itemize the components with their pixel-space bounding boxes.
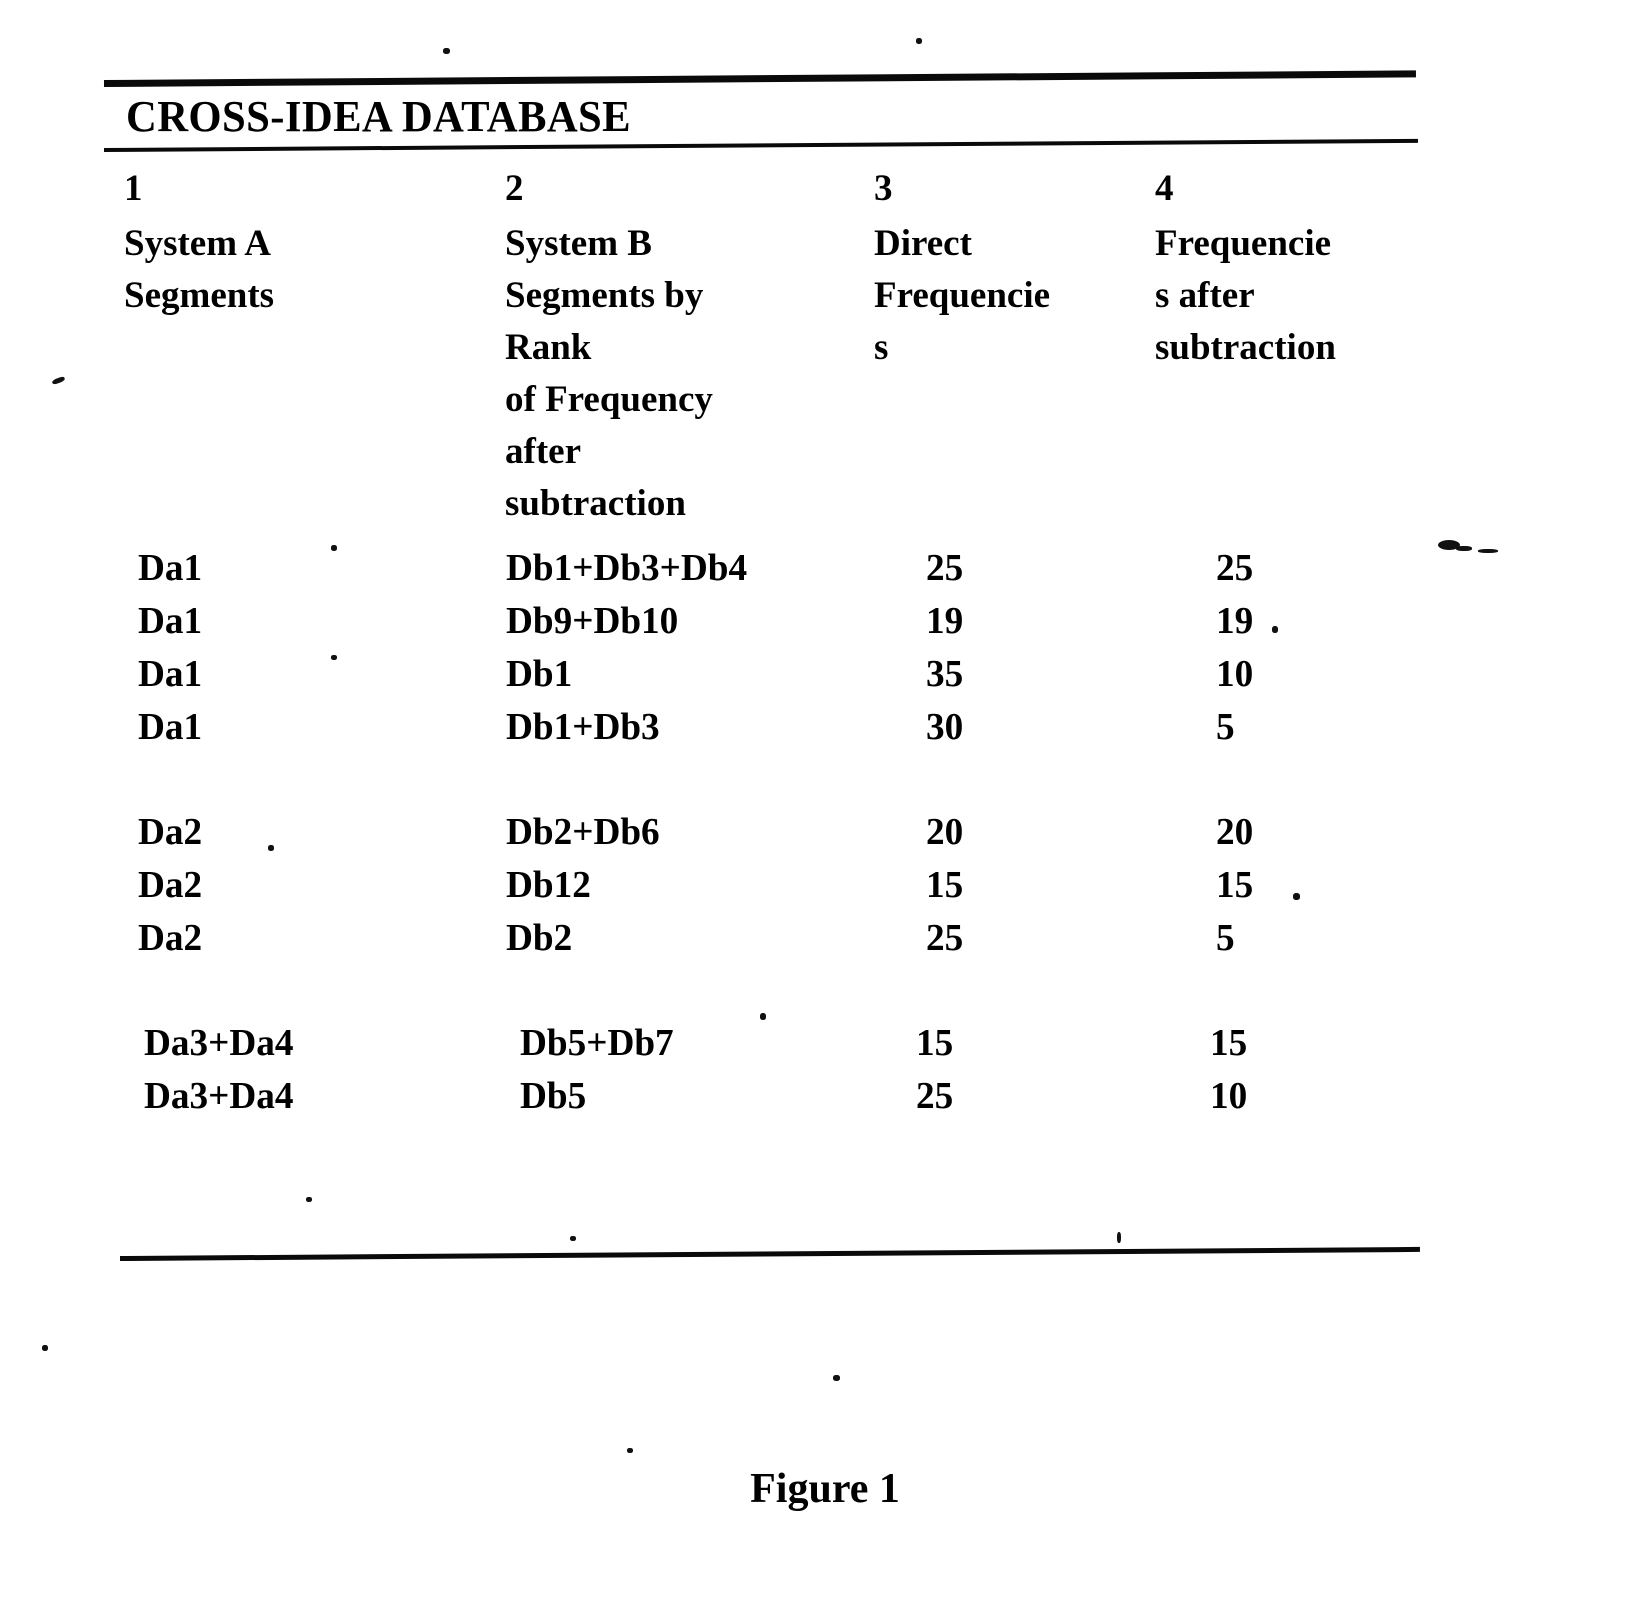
table-title: CROSS-IDEA DATABASE — [126, 92, 632, 141]
column-header-3: 3 Direct Frequencie s — [874, 160, 1134, 374]
column-header-4: 4 Frequencie s after subtraction — [1155, 160, 1455, 374]
cell-direct-frequency: 20 — [926, 811, 964, 853]
column-header-line: of Frequency — [505, 379, 713, 420]
cell-direct-frequency: 19 — [926, 600, 964, 642]
cell-system-b: Db1 — [506, 653, 573, 695]
cell-frequency-after-subtraction: 5 — [1216, 917, 1235, 959]
scan-speck — [42, 1345, 48, 1351]
scan-speck — [916, 38, 922, 44]
cell-frequency-after-subtraction: 25 — [1216, 547, 1254, 589]
figure-page: CROSS-IDEA DATABASE 1 System A Segments … — [0, 0, 1650, 1612]
scan-speck — [627, 1448, 633, 1453]
scan-speck — [1117, 1232, 1121, 1243]
column-header-line: subtraction — [505, 483, 686, 524]
table-row: Da1 Db1+Db3 30 5 — [0, 701, 1650, 754]
cell-system-a: Da3+Da4 — [144, 1022, 294, 1064]
column-header-2: 2 System B Segments by Rank of Frequency… — [505, 160, 865, 530]
cell-system-a: Da1 — [138, 547, 203, 589]
scan-speck — [570, 1236, 576, 1241]
cell-direct-frequency: 35 — [926, 653, 964, 695]
column-header-line: after — [505, 431, 581, 472]
cell-system-b: Db2 — [506, 917, 573, 959]
cell-direct-frequency: 25 — [926, 917, 964, 959]
cell-system-a: Da2 — [138, 917, 203, 959]
column-header-line: subtraction — [1155, 327, 1336, 368]
cell-system-a: Da1 — [138, 706, 203, 748]
column-header-line: Frequencie — [874, 275, 1051, 316]
cell-direct-frequency: 15 — [926, 864, 964, 906]
column-header-line: System A — [124, 223, 271, 264]
cell-system-b: Db5 — [520, 1075, 587, 1117]
table-bottom-rule — [119, 1246, 1420, 1261]
column-number: 2 — [505, 168, 524, 209]
table-top-rule — [103, 70, 1416, 87]
column-header-1: 1 System A Segments — [124, 160, 484, 322]
column-header-line: Direct — [874, 223, 972, 264]
cell-frequency-after-subtraction: 10 — [1216, 653, 1254, 695]
table-row: Da2 Db2 25 5 — [0, 912, 1650, 965]
cell-system-b: Db5+Db7 — [520, 1022, 674, 1064]
cell-system-a: Da2 — [138, 811, 203, 853]
column-header-line: Rank — [505, 327, 592, 368]
cell-system-b: Db9+Db10 — [506, 600, 679, 642]
table-row: Da2 Db2+Db6 20 20 — [0, 806, 1650, 859]
table-row: Da3+Da4 Db5 25 10 — [0, 1070, 1650, 1123]
cell-system-b: Db2+Db6 — [506, 811, 660, 853]
cell-direct-frequency: 15 — [916, 1022, 954, 1064]
table-row: Da1 Db1+Db3+Db4 25 25 — [0, 542, 1650, 595]
table-row: Da1 Db9+Db10 19 19 — [0, 595, 1650, 648]
cell-direct-frequency: 30 — [926, 706, 964, 748]
cell-frequency-after-subtraction: 5 — [1216, 706, 1235, 748]
cell-frequency-after-subtraction: 10 — [1210, 1075, 1248, 1117]
column-header-line: s — [874, 327, 889, 368]
cell-system-a: Da3+Da4 — [144, 1075, 294, 1117]
table-row: Da3+Da4 Db5+Db7 15 15 — [0, 1017, 1650, 1070]
scan-speck — [833, 1375, 840, 1381]
column-number: 4 — [1155, 168, 1174, 209]
cell-system-a: Da1 — [138, 653, 203, 695]
cell-frequency-after-subtraction: 15 — [1210, 1022, 1248, 1064]
cell-frequency-after-subtraction: 19 — [1216, 600, 1254, 642]
figure-caption: Figure 1 — [750, 1466, 900, 1512]
cell-frequency-after-subtraction: 15 — [1216, 864, 1254, 906]
cell-system-b: Db1+Db3+Db4 — [506, 547, 748, 589]
table-row: Da2 Db12 15 15 — [0, 859, 1650, 912]
column-header-line: System B — [505, 223, 652, 264]
scan-speck — [443, 48, 450, 54]
column-header-line: Segments — [124, 275, 275, 316]
column-number: 1 — [124, 168, 143, 209]
cell-direct-frequency: 25 — [916, 1075, 954, 1117]
table-row: Da1 Db1 35 10 — [0, 648, 1650, 701]
column-number: 3 — [874, 168, 893, 209]
scan-speck — [51, 375, 66, 386]
cell-system-a: Da1 — [138, 600, 203, 642]
cell-frequency-after-subtraction: 20 — [1216, 811, 1254, 853]
column-header-line: s after — [1155, 275, 1255, 316]
cell-system-a: Da2 — [138, 864, 203, 906]
cell-system-b: Db12 — [506, 864, 591, 906]
cell-system-b: Db1+Db3 — [506, 706, 660, 748]
scan-speck — [306, 1197, 312, 1202]
column-header-line: Segments by — [505, 275, 704, 316]
cell-direct-frequency: 25 — [926, 547, 964, 589]
table-body: Da1 Db1+Db3+Db4 25 25 Da1 Db9+Db10 19 19… — [0, 542, 1650, 1123]
column-header-line: Frequencie — [1155, 223, 1332, 264]
